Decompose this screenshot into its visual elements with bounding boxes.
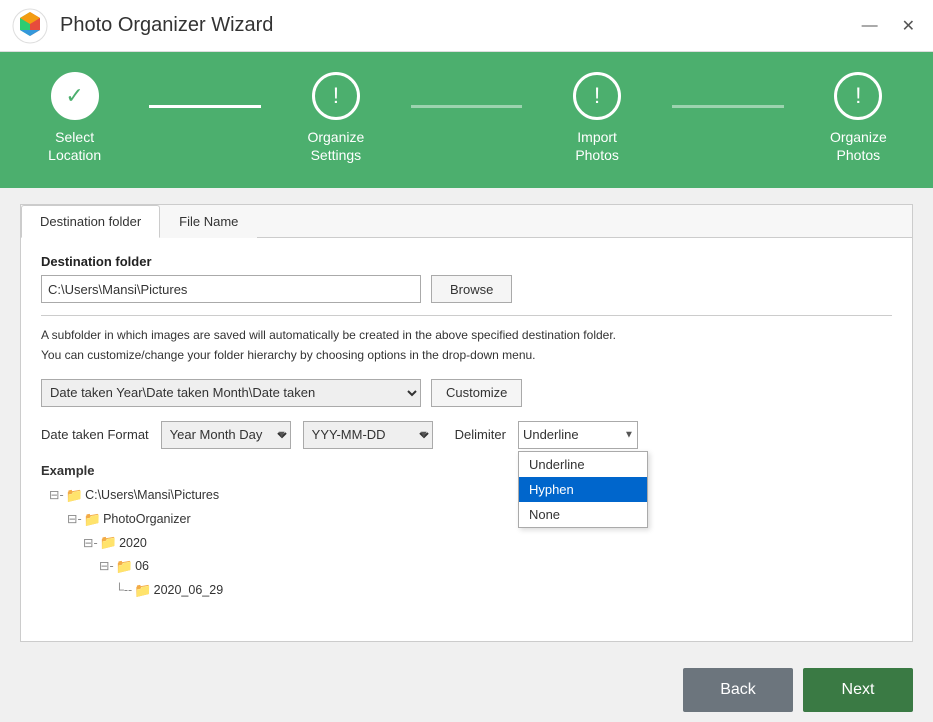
close-button[interactable]: ✕ [896,14,921,38]
tree-node-5: 2020_06_29 [154,580,224,601]
step-circle-select-location: ✓ [51,72,99,120]
tree-node-3: 2020 [119,533,147,554]
connector-2 [411,105,523,108]
tree-node-1: C:\Users\Mansi\Pictures [85,485,219,506]
bottom-bar: Back Next [0,658,933,722]
tree-node-2: PhotoOrganizer [103,509,191,530]
next-button[interactable]: Next [803,668,913,712]
date-pattern-select[interactable]: YYY-MM-DD DD-MM-YYYY MM-DD-YYYY [303,421,433,449]
tab-bar: Destination folder File Name [21,205,912,238]
folder-row: Browse [41,275,892,303]
tree-prefix-5: └-- [115,580,132,601]
window-controls: — ✕ [856,14,921,38]
destination-folder-label: Destination folder [41,254,892,269]
main-content: Destination folder File Name Destination… [0,188,933,658]
example-label: Example [41,463,892,478]
step-label-organize-photos: OrganizePhotos [830,128,887,164]
wizard-step-select-location: ✓ SelectLocation [0,72,149,164]
tree-prefix-3: ⊟- [83,533,98,554]
folder-icon-2: 📁 [84,508,101,532]
delimiter-option-underline[interactable]: Underline [519,452,647,477]
tree-node-4: 06 [135,556,149,577]
wizard-header: ✓ SelectLocation ! OrganizeSettings ! Im… [0,52,933,188]
delimiter-option-none[interactable]: None [519,502,647,527]
folder-path-input[interactable] [41,275,421,303]
tree-row-4: ⊟- 📁 06 [49,555,892,579]
delimiter-label: Delimiter [455,427,506,442]
delimiter-dropdown-popup: Underline Hyphen None [518,451,648,528]
folder-icon-1: 📁 [66,484,83,508]
step-label-organize-settings: OrganizeSettings [307,128,364,164]
tree-row-5: └-- 📁 2020_06_29 [49,579,892,603]
delimiter-select[interactable]: Underline Hyphen None [518,421,638,449]
tree-row-2: ⊟- 📁 PhotoOrganizer [49,508,892,532]
date-pattern-select-wrapper: YYY-MM-DD DD-MM-YYYY MM-DD-YYYY ▼ [303,421,433,449]
wizard-step-import-photos: ! ImportPhotos [522,72,671,164]
folder-icon-5: 📁 [134,579,151,603]
tree-prefix-4: ⊟- [99,556,114,577]
date-format-select[interactable]: Year Month Day Month Day Year Day Month … [161,421,291,449]
step-label-select-location: SelectLocation [48,128,101,164]
connector-3 [672,105,784,108]
step-circle-organize-photos: ! [834,72,882,120]
wizard-step-organize-photos: ! OrganizePhotos [784,72,933,164]
step-label-import-photos: ImportPhotos [575,128,619,164]
folder-tree: ⊟- 📁 C:\Users\Mansi\Pictures ⊟- 📁 PhotoO… [41,484,892,603]
tab-destination-folder[interactable]: Destination folder [21,205,160,238]
hierarchy-row: Date taken Year\Date taken Month\Date ta… [41,379,892,407]
card-body: Destination folder Browse A subfolder in… [21,238,912,641]
tree-row-1: ⊟- 📁 C:\Users\Mansi\Pictures [49,484,892,508]
example-section: Example ⊟- 📁 C:\Users\Mansi\Pictures ⊟- … [41,463,892,603]
app-title: Photo Organizer Wizard [60,14,856,37]
browse-button[interactable]: Browse [431,275,512,303]
tab-file-name[interactable]: File Name [160,205,257,238]
tree-prefix-2: ⊟- [67,509,82,530]
date-format-label: Date taken Format [41,427,149,442]
divider-1 [41,315,892,316]
customize-button[interactable]: Customize [431,379,522,407]
info-text: A subfolder in which images are saved wi… [41,326,892,364]
step-circle-import-photos: ! [573,72,621,120]
connector-1 [149,105,261,108]
settings-card: Destination folder File Name Destination… [20,204,913,642]
tree-prefix-1: ⊟- [49,485,64,506]
delimiter-select-wrapper[interactable]: Underline Hyphen None ▼ Underline Hyphen… [518,421,638,449]
folder-icon-4: 📁 [116,555,133,579]
delimiter-option-hyphen[interactable]: Hyphen [519,477,647,502]
minimize-button[interactable]: — [856,14,884,38]
wizard-step-organize-settings: ! OrganizeSettings [261,72,410,164]
title-bar: Photo Organizer Wizard — ✕ [0,0,933,52]
step-circle-organize-settings: ! [312,72,360,120]
date-format-select-wrapper: Year Month Day Month Day Year Day Month … [161,421,291,449]
tree-row-3: ⊟- 📁 2020 [49,531,892,555]
back-button[interactable]: Back [683,668,793,712]
hierarchy-select[interactable]: Date taken Year\Date taken Month\Date ta… [41,379,421,407]
format-row: Date taken Format Year Month Day Month D… [41,421,892,449]
app-logo [12,8,48,44]
folder-icon-3: 📁 [100,531,117,555]
